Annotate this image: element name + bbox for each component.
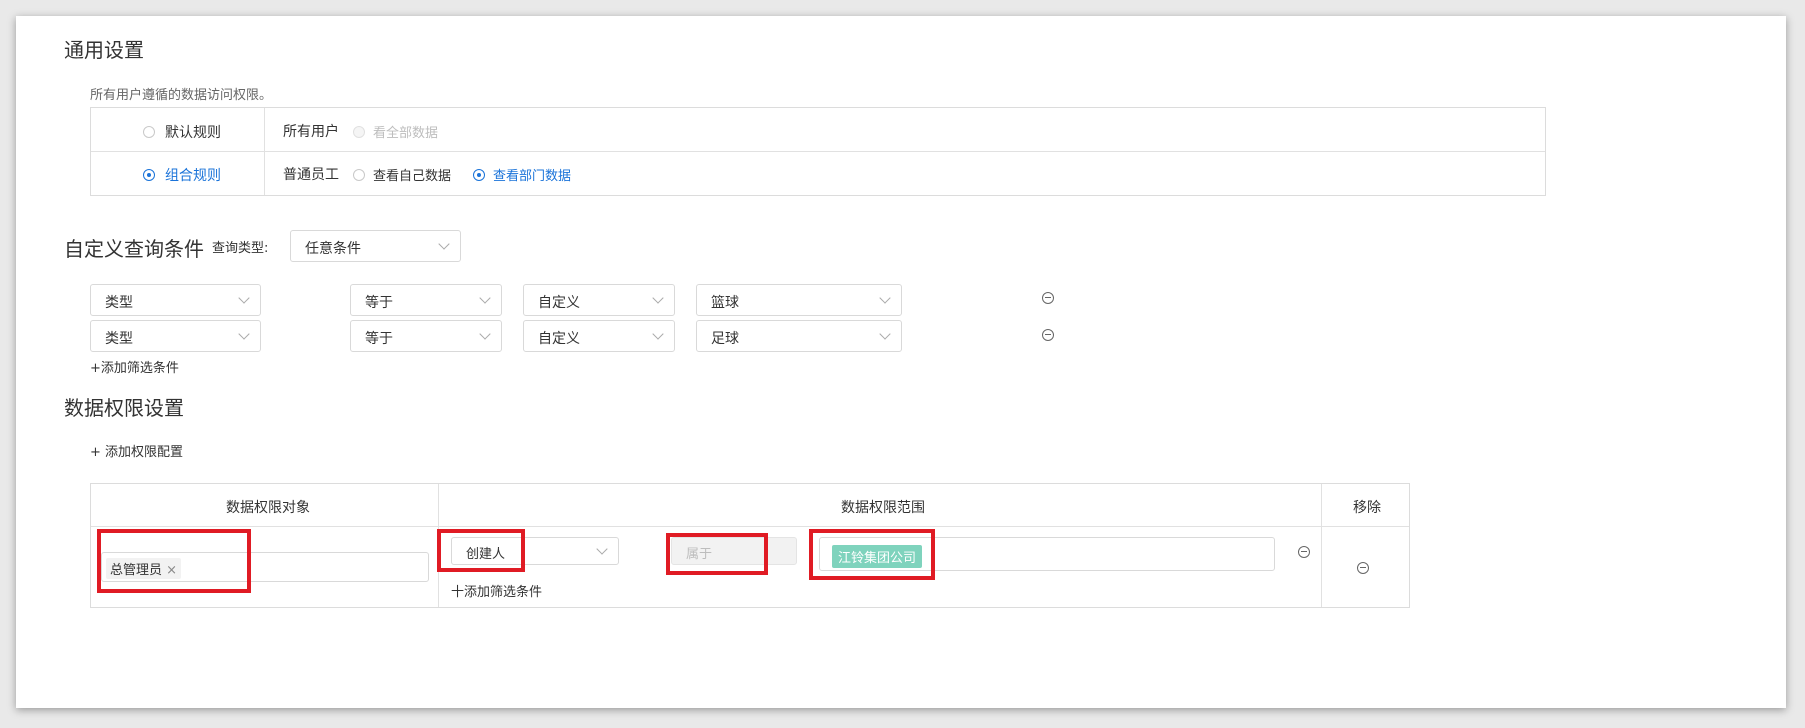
condition-1-field-select[interactable]: 类型 xyxy=(90,284,261,316)
condition-2-value: 足球 xyxy=(711,331,739,347)
permission-settings-title: 数据权限设置 xyxy=(64,396,184,420)
permission-header-divider xyxy=(91,526,1409,527)
chevron-down-icon xyxy=(479,328,491,340)
query-type-value: 任意条件 xyxy=(305,241,361,257)
option-view-own-label: 查看自己数据 xyxy=(373,169,452,184)
radio-combined-rule[interactable] xyxy=(143,169,155,181)
query-type-label: 查询类型: xyxy=(212,241,269,256)
custom-query-title: 自定义查询条件 xyxy=(64,237,204,261)
general-settings-title: 通用设置 xyxy=(64,38,144,62)
option-view-dept[interactable]: 查看部门数据 xyxy=(473,165,571,184)
highlight-field xyxy=(437,529,525,572)
rules-divider-h xyxy=(91,151,1545,152)
rule-combined-label: 组合规则 xyxy=(165,168,221,184)
remove-condition-2-icon[interactable] xyxy=(1042,329,1054,341)
condition-2-operator: 等于 xyxy=(365,331,393,347)
highlight-operator xyxy=(666,533,768,575)
option-view-all-label: 看全部数据 xyxy=(373,126,439,141)
chevron-down-icon xyxy=(596,543,608,555)
condition-1-mode: 自定义 xyxy=(538,295,580,311)
chevron-down-icon xyxy=(479,292,491,304)
rule-default[interactable]: 默认规则 xyxy=(143,122,221,142)
condition-2-field: 类型 xyxy=(105,331,133,347)
rules-table: 默认规则 所有用户 看全部数据 组合规则 普通员工 查看自己数据 查看部门数据 xyxy=(90,107,1546,196)
rules-divider-v xyxy=(264,108,265,195)
chevron-down-icon xyxy=(652,328,664,340)
highlight-object xyxy=(97,529,251,593)
col-header-object: 数据权限对象 xyxy=(226,500,310,516)
option-view-all[interactable]: 看全部数据 xyxy=(353,122,438,141)
condition-1-value: 篮球 xyxy=(711,295,739,311)
col-header-scope: 数据权限范围 xyxy=(841,500,925,516)
settings-card: 通用设置 所有用户遵循的数据访问权限。 默认规则 所有用户 看全部数据 组合规则… xyxy=(16,16,1786,708)
condition-2-value-select[interactable]: 足球 xyxy=(696,320,902,352)
option-view-dept-label: 查看部门数据 xyxy=(493,169,572,184)
radio-view-dept[interactable] xyxy=(473,168,485,181)
remove-condition-1-icon[interactable] xyxy=(1042,292,1054,304)
highlight-scope xyxy=(809,529,935,580)
radio-default-rule[interactable] xyxy=(143,126,155,138)
radio-view-all[interactable] xyxy=(353,125,365,138)
condition-1-value-select[interactable]: 篮球 xyxy=(696,284,902,316)
user-all-label: 所有用户 xyxy=(283,124,339,140)
condition-1-mode-select[interactable]: 自定义 xyxy=(523,284,675,316)
condition-1-operator: 等于 xyxy=(365,295,393,311)
condition-2-mode: 自定义 xyxy=(538,331,580,347)
query-type-select[interactable]: 任意条件 xyxy=(290,230,461,262)
condition-2-field-select[interactable]: 类型 xyxy=(90,320,261,352)
remove-scope-condition-icon[interactable] xyxy=(1298,546,1310,558)
add-permission-config-link[interactable]: + 添加权限配置 xyxy=(90,441,183,460)
radio-view-own[interactable] xyxy=(353,168,365,181)
chevron-down-icon xyxy=(238,328,250,340)
chevron-down-icon xyxy=(652,292,664,304)
col-header-remove: 移除 xyxy=(1353,500,1381,516)
condition-2-mode-select[interactable]: 自定义 xyxy=(523,320,675,352)
condition-1-field: 类型 xyxy=(105,295,133,311)
chevron-down-icon xyxy=(438,238,450,250)
rule-default-label: 默认规则 xyxy=(165,125,221,141)
chevron-down-icon xyxy=(879,328,891,340)
permission-col-divider-2 xyxy=(1321,484,1322,607)
chevron-down-icon xyxy=(238,292,250,304)
remove-row-icon[interactable] xyxy=(1357,562,1369,574)
chevron-down-icon xyxy=(879,292,891,304)
option-view-own[interactable]: 查看自己数据 xyxy=(353,165,451,184)
rule-combined[interactable]: 组合规则 xyxy=(143,165,221,185)
condition-1-operator-select[interactable]: 等于 xyxy=(350,284,502,316)
user-staff-label: 普通员工 xyxy=(283,167,339,183)
condition-2-operator-select[interactable]: 等于 xyxy=(350,320,502,352)
general-settings-description: 所有用户遵循的数据访问权限。 xyxy=(90,88,273,103)
add-filter-link[interactable]: +添加筛选条件 xyxy=(90,357,179,376)
scope-add-filter-link[interactable]: 十添加筛选条件 xyxy=(451,581,542,600)
